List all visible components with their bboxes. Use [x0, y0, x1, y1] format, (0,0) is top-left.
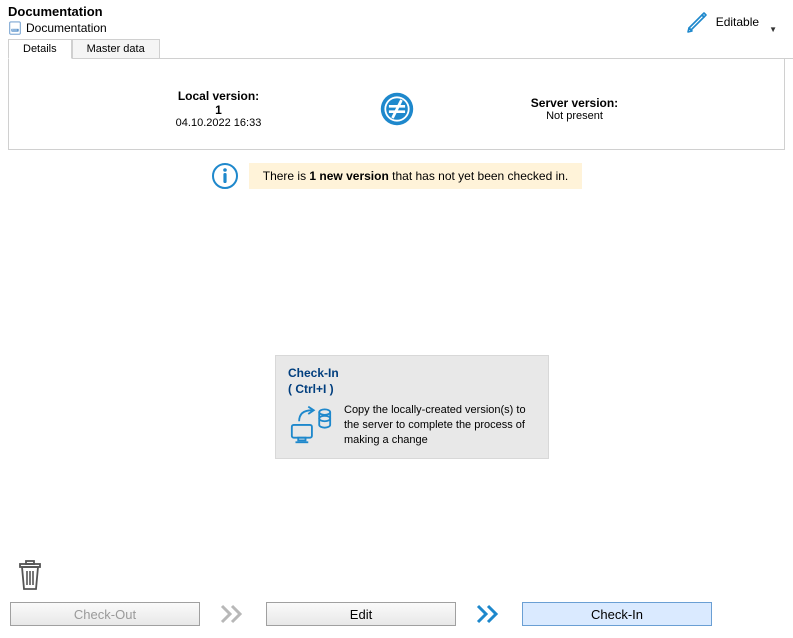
check-in-button[interactable]: Check-In — [522, 602, 712, 626]
info-suffix: that has not yet been checked in. — [389, 169, 568, 183]
tab-details[interactable]: Details — [8, 39, 72, 59]
page-title: Documentation — [8, 4, 107, 19]
tooltip-description: Copy the locally-created version(s) to t… — [344, 403, 536, 448]
breadcrumb-label: Documentation — [26, 21, 107, 35]
tab-master-data[interactable]: Master data — [72, 39, 160, 58]
svg-text:DOC: DOC — [12, 28, 18, 32]
document-icon: DOC — [8, 21, 22, 35]
chevron-right-icon — [474, 602, 504, 626]
editable-label: Editable — [716, 15, 759, 29]
check-in-icon — [288, 403, 334, 445]
tooltip-title: Check-In — [288, 366, 536, 382]
breadcrumb: DOC Documentation — [8, 21, 107, 35]
info-text: There is 1 new version that has not yet … — [249, 163, 583, 189]
details-panel: Local version: 1 04.10.2022 16:33 Server… — [8, 59, 785, 150]
server-version-block: Server version: Not present — [495, 96, 655, 122]
check-in-tooltip: Check-In ( Ctrl+I ) Copy the locally-cre… — [275, 355, 549, 459]
info-prefix: There is — [263, 169, 310, 183]
server-version-label: Server version: — [495, 96, 655, 110]
editable-toggle[interactable]: Editable ▼ — [686, 4, 785, 34]
chevron-right-icon — [218, 602, 248, 626]
local-version-block: Local version: 1 04.10.2022 16:33 — [139, 89, 299, 129]
pencil-icon — [686, 10, 710, 34]
local-version-date: 04.10.2022 16:33 — [139, 117, 299, 129]
not-equal-icon — [379, 91, 415, 127]
chevron-down-icon: ▼ — [769, 25, 777, 34]
info-banner: There is 1 new version that has not yet … — [211, 162, 583, 190]
tooltip-shortcut: ( Ctrl+I ) — [288, 382, 536, 398]
tab-bar: Details Master data — [8, 39, 793, 59]
local-version-label: Local version: — [139, 89, 299, 103]
info-bold: 1 new version — [309, 169, 388, 183]
check-out-button[interactable]: Check-Out — [10, 602, 200, 626]
edit-button[interactable]: Edit — [266, 602, 456, 626]
trash-icon[interactable] — [16, 559, 44, 591]
server-version-value: Not present — [495, 110, 655, 122]
local-version-number: 1 — [139, 103, 299, 117]
info-icon — [211, 162, 239, 190]
